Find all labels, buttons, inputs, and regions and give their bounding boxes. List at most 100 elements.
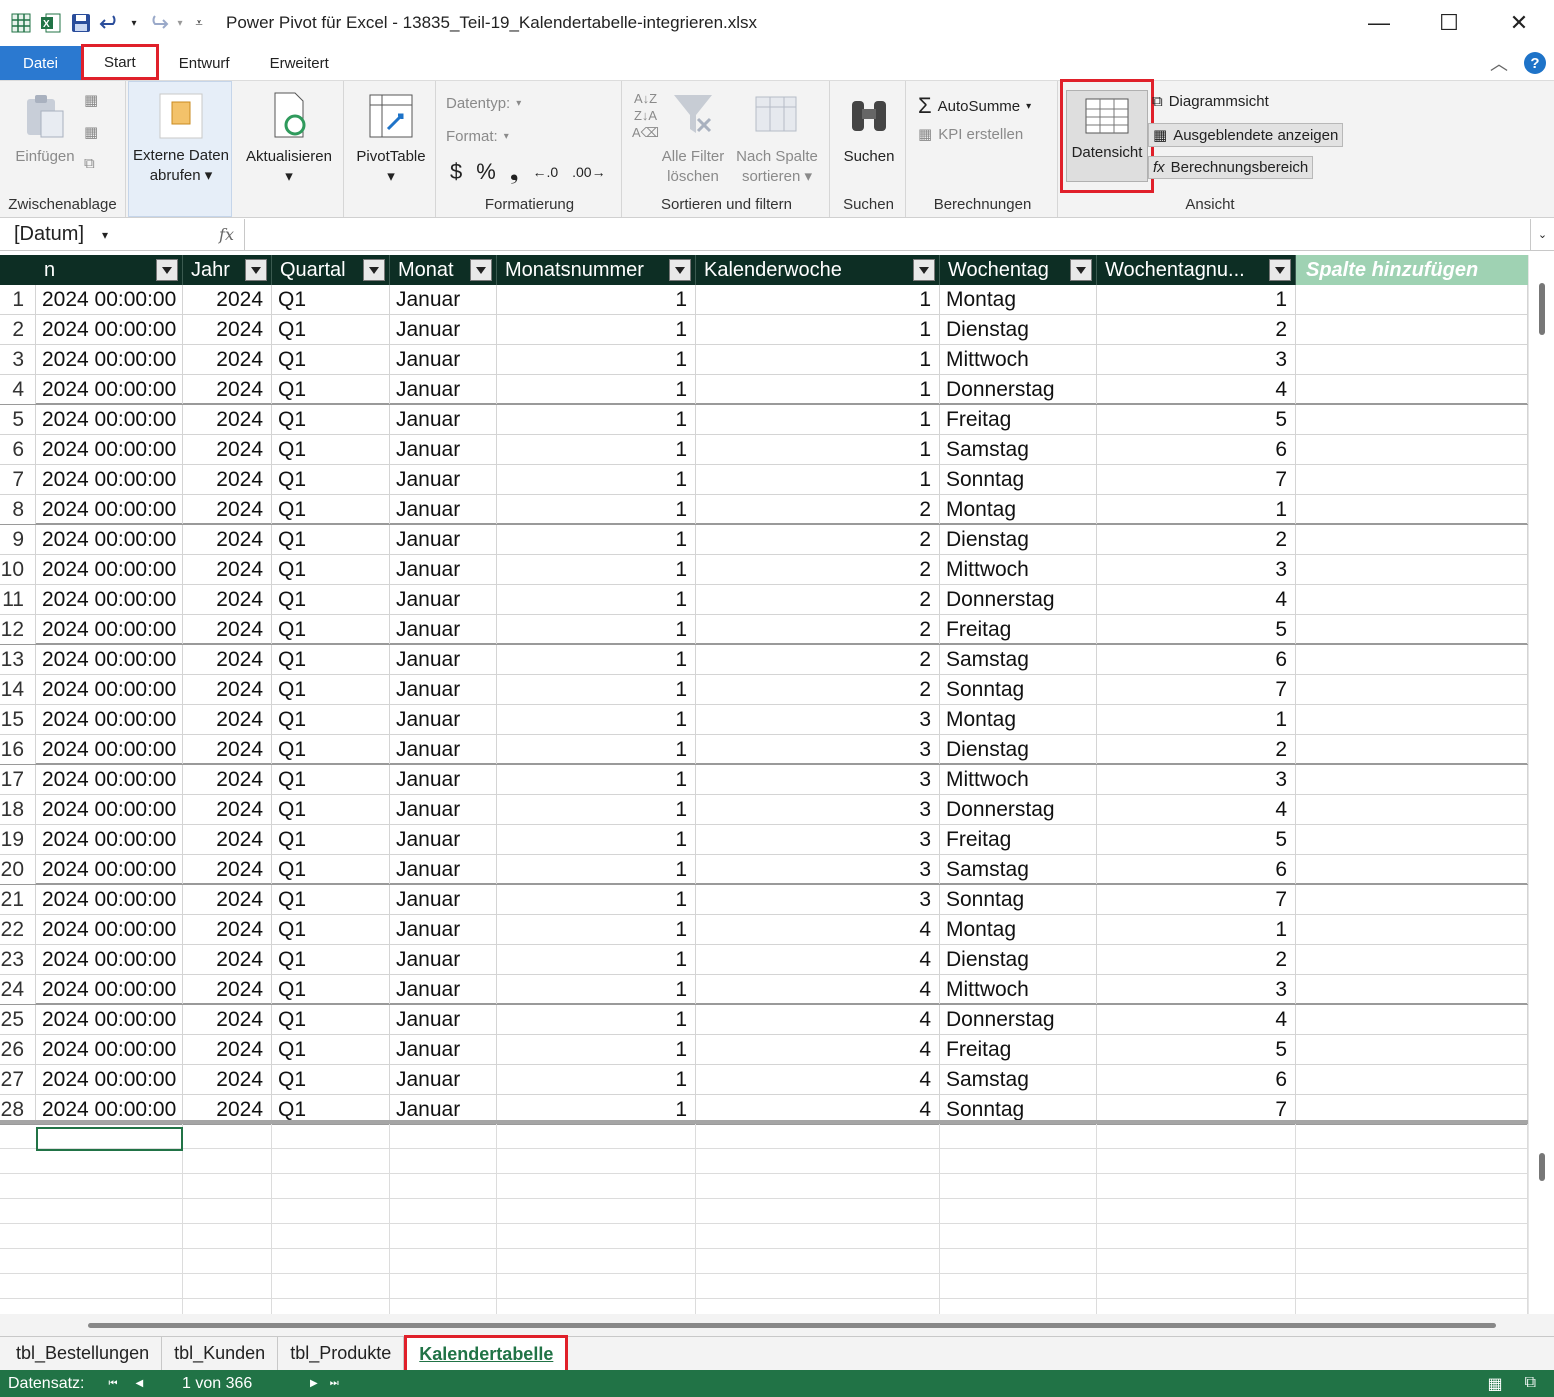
table-cell[interactable]: Januar bbox=[390, 645, 497, 674]
datatype-dropdown[interactable]: Datentyp: ▾ bbox=[446, 95, 521, 112]
table-cell[interactable]: 1 bbox=[1097, 285, 1296, 314]
table-cell[interactable]: Januar bbox=[390, 855, 497, 884]
table-cell[interactable]: Q1 bbox=[272, 525, 390, 554]
table-cell[interactable]: 5 bbox=[1097, 1035, 1296, 1064]
table-cell[interactable]: 2024 00:00:00 bbox=[36, 675, 183, 704]
table-cell[interactable]: 2024 bbox=[183, 795, 272, 824]
undo-icon[interactable] bbox=[98, 10, 124, 36]
row-number[interactable]: 24 bbox=[0, 975, 36, 1004]
copy-icon[interactable]: ⧉ bbox=[84, 155, 95, 172]
row-number[interactable]: 9 bbox=[0, 525, 36, 554]
diagram-view-icon[interactable]: ⧉ bbox=[1525, 1374, 1536, 1394]
table-cell[interactable]: Q1 bbox=[272, 375, 390, 404]
table-cell[interactable]: 1 bbox=[497, 315, 696, 344]
table-cell[interactable]: Montag bbox=[940, 915, 1097, 944]
column-header-col-datum[interactable]: n bbox=[36, 255, 183, 285]
filter-dropdown-icon[interactable] bbox=[1269, 259, 1291, 281]
format-dropdown[interactable]: Format: ▾ bbox=[446, 128, 509, 145]
table-cell[interactable]: 2024 00:00:00 bbox=[36, 705, 183, 734]
table-cell[interactable]: Januar bbox=[390, 285, 497, 314]
paste-replace-icon[interactable]: ▦ bbox=[84, 123, 98, 141]
fx-icon[interactable]: fx bbox=[219, 225, 234, 244]
table-cell[interactable]: Januar bbox=[390, 705, 497, 734]
table-cell[interactable]: 2 bbox=[1097, 525, 1296, 554]
empty-cell[interactable] bbox=[1296, 405, 1528, 434]
table-cell[interactable]: 2024 00:00:00 bbox=[36, 765, 183, 794]
table-cell[interactable]: Dienstag bbox=[940, 735, 1097, 764]
row-number[interactable]: 17 bbox=[0, 765, 36, 794]
table-cell[interactable]: 2024 00:00:00 bbox=[36, 585, 183, 614]
table-cell[interactable]: Januar bbox=[390, 915, 497, 944]
row-number[interactable]: 14 bbox=[0, 675, 36, 704]
table-cell[interactable]: Januar bbox=[390, 585, 497, 614]
table-cell[interactable]: Q1 bbox=[272, 675, 390, 704]
table-cell[interactable]: 2024 bbox=[183, 885, 272, 914]
table-cell[interactable]: 2024 bbox=[183, 855, 272, 884]
table-cell[interactable]: 1 bbox=[497, 435, 696, 464]
table-row[interactable]: 25 2024 00:00:00 2024 Q1 Januar 1 4 Donnerstag 4 bbox=[0, 1005, 1528, 1035]
table-row[interactable]: 13 2024 00:00:00 2024 Q1 Januar 1 2 Samstag 6 bbox=[0, 645, 1528, 675]
decrease-decimal-button[interactable]: .00→ bbox=[572, 164, 605, 180]
table-cell[interactable]: 2024 bbox=[183, 285, 272, 314]
empty-cell[interactable] bbox=[1296, 765, 1528, 794]
table-cell[interactable]: 1 bbox=[696, 315, 940, 344]
table-cell[interactable]: 7 bbox=[1097, 465, 1296, 494]
paste-button[interactable]: Einfügen bbox=[10, 91, 80, 167]
column-header-col-wochentagnummer[interactable]: Wochentagnu... bbox=[1097, 255, 1296, 285]
create-kpi-button[interactable]: ▦ KPI erstellen bbox=[918, 125, 1023, 144]
table-cell[interactable]: Q1 bbox=[272, 915, 390, 944]
increase-decimal-button[interactable]: ←.0 bbox=[532, 164, 558, 180]
table-cell[interactable]: 2 bbox=[1097, 945, 1296, 974]
table-cell[interactable]: 2 bbox=[696, 645, 940, 674]
clear-sort-icon[interactable]: A⌫ bbox=[632, 125, 659, 141]
table-cell[interactable]: 1 bbox=[497, 855, 696, 884]
percent-button[interactable]: % bbox=[476, 159, 496, 185]
table-cell[interactable]: 1 bbox=[696, 285, 940, 314]
table-cell[interactable]: 1 bbox=[497, 375, 696, 404]
table-cell[interactable]: 2024 00:00:00 bbox=[36, 375, 183, 404]
table-cell[interactable]: 6 bbox=[1097, 855, 1296, 884]
empty-cell[interactable] bbox=[1296, 1035, 1528, 1064]
empty-cell[interactable] bbox=[1296, 525, 1528, 554]
table-row[interactable]: 21 2024 00:00:00 2024 Q1 Januar 1 3 Sonntag 7 bbox=[0, 885, 1528, 915]
excel-icon[interactable]: X bbox=[38, 10, 64, 36]
empty-cell[interactable] bbox=[1296, 1065, 1528, 1094]
empty-cell[interactable] bbox=[1296, 645, 1528, 674]
row-number[interactable]: 26 bbox=[0, 1035, 36, 1064]
empty-cell[interactable] bbox=[1296, 675, 1528, 704]
table-row[interactable]: 2 2024 00:00:00 2024 Q1 Januar 1 1 Dienstag 2 bbox=[0, 315, 1528, 345]
table-cell[interactable]: 2024 bbox=[183, 345, 272, 374]
table-cell[interactable]: Freitag bbox=[940, 405, 1097, 434]
empty-cell[interactable] bbox=[1296, 855, 1528, 884]
table-cell[interactable]: Januar bbox=[390, 675, 497, 704]
table-cell[interactable]: 3 bbox=[696, 765, 940, 794]
table-cell[interactable]: Q1 bbox=[272, 705, 390, 734]
table-cell[interactable]: Dienstag bbox=[940, 315, 1097, 344]
table-cell[interactable]: 1 bbox=[497, 765, 696, 794]
table-cell[interactable]: Q1 bbox=[272, 465, 390, 494]
table-cell[interactable]: 3 bbox=[696, 735, 940, 764]
column-header-col-monatsnummer[interactable]: Monatsnummer bbox=[497, 255, 696, 285]
table-cell[interactable]: Januar bbox=[390, 1035, 497, 1064]
empty-cell[interactable] bbox=[1296, 795, 1528, 824]
table-cell[interactable]: 1 bbox=[497, 465, 696, 494]
table-cell[interactable]: 2024 bbox=[183, 405, 272, 434]
empty-cell[interactable] bbox=[1296, 585, 1528, 614]
empty-cell[interactable] bbox=[1296, 915, 1528, 944]
column-header-col-quartal[interactable]: Quartal bbox=[272, 255, 390, 285]
table-cell[interactable]: 1 bbox=[497, 915, 696, 944]
table-cell[interactable]: 1 bbox=[497, 1035, 696, 1064]
formula-input[interactable] bbox=[245, 219, 1530, 251]
table-row[interactable]: 16 2024 00:00:00 2024 Q1 Januar 1 3 Dienstag 2 bbox=[0, 735, 1528, 765]
row-number[interactable]: 12 bbox=[0, 615, 36, 644]
table-cell[interactable]: 3 bbox=[1097, 345, 1296, 374]
table-cell[interactable]: 6 bbox=[1097, 645, 1296, 674]
table-cell[interactable]: 1 bbox=[696, 375, 940, 404]
table-cell[interactable]: 2024 bbox=[183, 615, 272, 644]
table-cell[interactable]: Q1 bbox=[272, 795, 390, 824]
table-cell[interactable]: 2024 00:00:00 bbox=[36, 855, 183, 884]
table-cell[interactable]: 2024 bbox=[183, 375, 272, 404]
row-number[interactable]: 13 bbox=[0, 645, 36, 674]
clear-filters-button[interactable]: Alle Filter löschen bbox=[658, 91, 728, 187]
table-cell[interactable]: Q1 bbox=[272, 765, 390, 794]
